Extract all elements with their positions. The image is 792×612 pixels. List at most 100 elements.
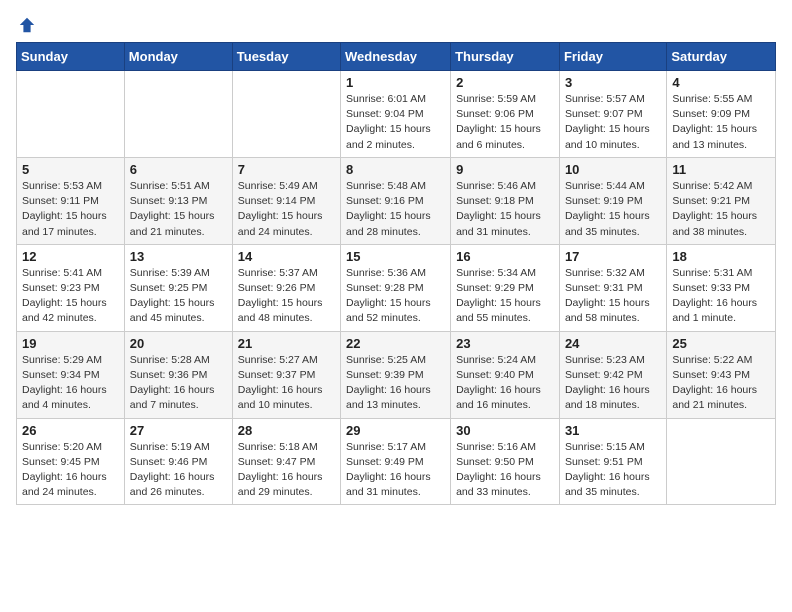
calendar-cell: 18 Sunrise: 5:31 AM Sunset: 9:33 PM Dayli… [667, 244, 776, 331]
day-info: Sunrise: 6:01 AM Sunset: 9:04 PM Dayligh… [346, 92, 445, 153]
day-number: 21 [238, 336, 335, 351]
calendar-cell: 17Sunrise: 5:32 AM Sunset: 9:31 PM Dayli… [559, 244, 666, 331]
day-info: Sunrise: 5:46 AM Sunset: 9:18 PM Dayligh… [456, 179, 554, 240]
day-number: 13 [130, 249, 227, 264]
day-info: Sunrise: 5:49 AM Sunset: 9:14 PM Dayligh… [238, 179, 335, 240]
calendar-cell: 15 Sunrise: 5:36 AM Sunset: 9:28 PM Dayli… [341, 244, 451, 331]
calendar-cell: 6 Sunrise: 5:51 AM Sunset: 9:13 PM Daylig… [124, 157, 232, 244]
day-number: 9 [456, 162, 554, 177]
day-info: Sunrise: 5:27 AM Sunset: 9:37 PM Dayligh… [238, 353, 335, 414]
calendar-table: SundayMondayTuesdayWednesdayThursdayFrid… [16, 42, 776, 505]
day-number: 26 [22, 423, 119, 438]
day-number: 15 [346, 249, 445, 264]
calendar-cell: 16 Sunrise: 5:34 AM Sunset: 9:29 PM Dayli… [451, 244, 560, 331]
calendar-cell: 4 Sunrise: 5:55 AM Sunset: 9:09 PM Daylig… [667, 71, 776, 158]
day-info: Sunrise: 5:51 AM Sunset: 9:13 PM Dayligh… [130, 179, 227, 240]
day-info: Sunrise: 5:39 AM Sunset: 9:25 PM Dayligh… [130, 266, 227, 327]
weekday-header: Sunday [17, 43, 125, 71]
day-number: 14 [238, 249, 335, 264]
day-info: Sunrise: 5:23 AM Sunset: 9:42 PM Dayligh… [565, 353, 661, 414]
weekday-header: Thursday [451, 43, 560, 71]
day-number: 5 [22, 162, 119, 177]
day-info: Sunrise: 5:55 AM Sunset: 9:09 PM Dayligh… [672, 92, 770, 153]
day-number: 3 [565, 75, 661, 90]
day-info: Sunrise: 5:32 AM Sunset: 9:31 PM Dayligh… [565, 266, 661, 327]
day-number: 23 [456, 336, 554, 351]
calendar-cell: 14 Sunrise: 5:37 AM Sunset: 9:26 PM Dayli… [232, 244, 340, 331]
day-info: Sunrise: 5:25 AM Sunset: 9:39 PM Dayligh… [346, 353, 445, 414]
calendar-cell: 8 Sunrise: 5:48 AM Sunset: 9:16 PM Daylig… [341, 157, 451, 244]
calendar-cell: 25 Sunrise: 5:22 AM Sunset: 9:43 PM Dayli… [667, 331, 776, 418]
day-number: 16 [456, 249, 554, 264]
calendar-cell: 22 Sunrise: 5:25 AM Sunset: 9:39 PM Dayli… [341, 331, 451, 418]
calendar-cell: 24 Sunrise: 5:23 AM Sunset: 9:42 PM Dayli… [559, 331, 666, 418]
day-number: 12 [22, 249, 119, 264]
calendar-cell: 11 Sunrise: 5:42 AM Sunset: 9:21 PM Dayli… [667, 157, 776, 244]
day-info: Sunrise: 5:44 AM Sunset: 9:19 PM Dayligh… [565, 179, 661, 240]
day-number: 19 [22, 336, 119, 351]
day-info: Sunrise: 5:36 AM Sunset: 9:28 PM Dayligh… [346, 266, 445, 327]
day-info: Sunrise: 5:34 AM Sunset: 9:29 PM Dayligh… [456, 266, 554, 327]
calendar-cell: 12 Sunrise: 5:41 AM Sunset: 9:23 PM Dayli… [17, 244, 125, 331]
day-info: Sunrise: 5:29 AM Sunset: 9:34 PM Dayligh… [22, 353, 119, 414]
calendar-cell: 3 Sunrise: 5:57 AM Sunset: 9:07 PM Daylig… [559, 71, 666, 158]
day-number: 10 [565, 162, 661, 177]
day-number: 1 [346, 75, 445, 90]
day-number: 4 [672, 75, 770, 90]
day-info: Sunrise: 5:20 AM Sunset: 9:45 PM Dayligh… [22, 440, 119, 501]
day-number: 25 [672, 336, 770, 351]
calendar-cell: 2 Sunrise: 5:59 AM Sunset: 9:06 PM Daylig… [451, 71, 560, 158]
day-info: Sunrise: 5:48 AM Sunset: 9:16 PM Dayligh… [346, 179, 445, 240]
calendar-cell: 21 Sunrise: 5:27 AM Sunset: 9:37 PM Dayli… [232, 331, 340, 418]
calendar-cell: 1 Sunrise: 6:01 AM Sunset: 9:04 PM Daylig… [341, 71, 451, 158]
page-header [16, 16, 776, 34]
weekday-header: Friday [559, 43, 666, 71]
day-number: 20 [130, 336, 227, 351]
calendar-header: SundayMondayTuesdayWednesdayThursdayFrid… [17, 43, 776, 71]
day-number: 24 [565, 336, 661, 351]
day-number: 30 [456, 423, 554, 438]
day-info: Sunrise: 5:28 AM Sunset: 9:36 PM Dayligh… [130, 353, 227, 414]
calendar-cell: 26 Sunrise: 5:20 AM Sunset: 9:45 PM Dayli… [17, 418, 125, 505]
day-info: Sunrise: 5:37 AM Sunset: 9:26 PM Dayligh… [238, 266, 335, 327]
calendar-cell: 28 Sunrise: 5:18 AM Sunset: 9:47 PM Dayli… [232, 418, 340, 505]
day-info: Sunrise: 5:31 AM Sunset: 9:33 PM Dayligh… [672, 266, 770, 327]
day-number: 28 [238, 423, 335, 438]
day-info: Sunrise: 5:18 AM Sunset: 9:47 PM Dayligh… [238, 440, 335, 501]
day-number: 22 [346, 336, 445, 351]
day-info: Sunrise: 5:57 AM Sunset: 9:07 PM Dayligh… [565, 92, 661, 153]
calendar-cell: 20 Sunrise: 5:28 AM Sunset: 9:36 PM Dayli… [124, 331, 232, 418]
day-info: Sunrise: 5:41 AM Sunset: 9:23 PM Dayligh… [22, 266, 119, 327]
calendar-cell: 31 Sunrise: 5:15 AM Sunset: 9:51 PM Dayli… [559, 418, 666, 505]
day-info: Sunrise: 5:17 AM Sunset: 9:49 PM Dayligh… [346, 440, 445, 501]
day-info: Sunrise: 5:19 AM Sunset: 9:46 PM Dayligh… [130, 440, 227, 501]
day-number: 27 [130, 423, 227, 438]
calendar-cell: 10 Sunrise: 5:44 AM Sunset: 9:19 PM Dayli… [559, 157, 666, 244]
day-number: 18 [672, 249, 770, 264]
day-info: Sunrise: 5:22 AM Sunset: 9:43 PM Dayligh… [672, 353, 770, 414]
calendar-cell: 27 Sunrise: 5:19 AM Sunset: 9:46 PM Dayli… [124, 418, 232, 505]
day-number: 11 [672, 162, 770, 177]
day-number: 6 [130, 162, 227, 177]
day-info: Sunrise: 5:42 AM Sunset: 9:21 PM Dayligh… [672, 179, 770, 240]
day-number: 31 [565, 423, 661, 438]
calendar-cell [232, 71, 340, 158]
calendar-cell: 5 Sunrise: 5:53 AM Sunset: 9:11 PM Daylig… [17, 157, 125, 244]
day-number: 2 [456, 75, 554, 90]
calendar-cell: 19 Sunrise: 5:29 AM Sunset: 9:34 PM Dayli… [17, 331, 125, 418]
weekday-header: Monday [124, 43, 232, 71]
calendar-cell [17, 71, 125, 158]
calendar-cell [667, 418, 776, 505]
weekday-header: Tuesday [232, 43, 340, 71]
day-number: 8 [346, 162, 445, 177]
calendar-cell [124, 71, 232, 158]
calendar-cell: 7 Sunrise: 5:49 AM Sunset: 9:14 PM Daylig… [232, 157, 340, 244]
day-info: Sunrise: 5:59 AM Sunset: 9:06 PM Dayligh… [456, 92, 554, 153]
day-number: 7 [238, 162, 335, 177]
weekday-header: Saturday [667, 43, 776, 71]
day-number: 29 [346, 423, 445, 438]
day-info: Sunrise: 5:53 AM Sunset: 9:11 PM Dayligh… [22, 179, 119, 240]
day-info: Sunrise: 5:24 AM Sunset: 9:40 PM Dayligh… [456, 353, 554, 414]
calendar-cell: 13 Sunrise: 5:39 AM Sunset: 9:25 PM Dayli… [124, 244, 232, 331]
day-info: Sunrise: 5:15 AM Sunset: 9:51 PM Dayligh… [565, 440, 661, 501]
